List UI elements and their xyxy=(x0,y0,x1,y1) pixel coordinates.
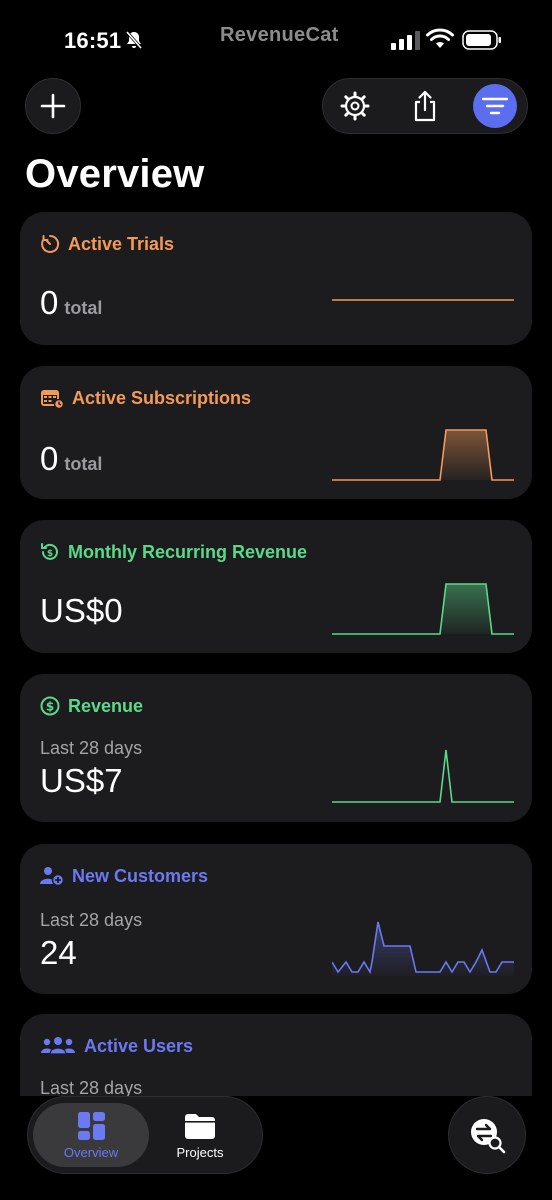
sparkline-chart xyxy=(332,429,514,481)
card-value-unit: total xyxy=(64,454,103,474)
card-subtitle: Last 28 days xyxy=(40,1078,143,1096)
page-title: Overview xyxy=(25,152,205,196)
toolbar xyxy=(322,78,528,134)
svg-text:$: $ xyxy=(46,700,54,714)
card-revenue[interactable]: $ Revenue Last 28 days US$7 xyxy=(20,674,532,822)
card-active-users[interactable]: Active Users Last 28 days xyxy=(20,1014,532,1096)
card-title: New Customers xyxy=(72,865,209,886)
card-active-trials[interactable]: Active Trials 0 total xyxy=(20,212,532,345)
share-icon xyxy=(414,90,436,122)
sparkline-chart xyxy=(332,299,514,301)
card-subtitle: Last 28 days xyxy=(40,910,143,930)
tab-bar: Overview Projects xyxy=(27,1096,263,1174)
card-header: New Customers xyxy=(40,864,208,888)
plus-icon xyxy=(40,93,66,119)
search-switch-button[interactable] xyxy=(448,1096,526,1174)
tab-label: Overview xyxy=(63,1145,119,1160)
card-new-customers[interactable]: New Customers Last 28 days 24 xyxy=(20,844,532,994)
dashboard-icon xyxy=(78,1112,105,1140)
tab-projects[interactable]: Projects xyxy=(142,1103,258,1167)
card-value-number: 0 xyxy=(40,284,59,321)
sparkline-chart xyxy=(332,749,514,803)
sparkline-chart xyxy=(332,583,514,635)
status-time: 16:51 xyxy=(64,28,122,53)
card-value: 0 total xyxy=(40,440,102,478)
card-header: Active Users xyxy=(40,1034,193,1058)
svg-text:$: $ xyxy=(47,549,53,559)
filter-button[interactable] xyxy=(473,84,517,128)
tab-overview[interactable]: Overview xyxy=(33,1103,149,1167)
gear-icon xyxy=(340,91,370,121)
add-button[interactable] xyxy=(25,78,81,134)
card-title: Active Trials xyxy=(68,233,175,254)
brand-logo: RevenueCat xyxy=(220,24,339,46)
switch-search-icon xyxy=(471,1119,506,1154)
share-button[interactable] xyxy=(403,84,447,128)
calendar-icon xyxy=(41,390,64,409)
card-monthly-recurring-revenue[interactable]: $ Monthly Recurring Revenue US$0 xyxy=(20,520,532,653)
recurring-dollar-icon: $ xyxy=(41,543,58,560)
filter-icon xyxy=(482,97,508,115)
card-active-subscriptions[interactable]: Active Subscriptions 0 total xyxy=(20,366,532,499)
wifi-icon xyxy=(426,28,454,48)
card-value: 0 total xyxy=(40,284,102,322)
card-value-number: US$7 xyxy=(40,762,123,799)
card-header: $ Revenue xyxy=(40,694,143,718)
timer-icon xyxy=(41,234,60,253)
folder-icon xyxy=(185,1114,215,1139)
card-title: Active Subscriptions xyxy=(72,387,252,408)
signal-icon xyxy=(391,31,420,50)
card-header: Active Subscriptions xyxy=(40,386,251,410)
sparkline-chart xyxy=(332,921,514,976)
bell-muted-icon xyxy=(125,31,143,49)
card-subtitle: Last 28 days xyxy=(40,738,143,758)
battery-icon xyxy=(462,30,501,50)
card-value-number: US$0 xyxy=(40,592,123,629)
status-bar: 16:51 RevenueCat xyxy=(0,0,552,80)
card-title: Revenue xyxy=(68,695,144,716)
card-title: Active Users xyxy=(84,1035,194,1056)
card-header: $ Monthly Recurring Revenue xyxy=(40,540,307,564)
card-title: Monthly Recurring Revenue xyxy=(68,541,308,562)
dollar-circle-icon: $ xyxy=(40,696,60,716)
card-header: Active Trials xyxy=(40,232,174,256)
card-value-number: 24 xyxy=(40,934,77,971)
tab-label: Projects xyxy=(176,1145,224,1160)
card-value-number: 0 xyxy=(40,440,59,477)
card-value-unit: total xyxy=(64,298,103,318)
users-icon xyxy=(41,1037,75,1055)
add-user-icon xyxy=(40,867,64,886)
settings-button[interactable] xyxy=(333,84,377,128)
